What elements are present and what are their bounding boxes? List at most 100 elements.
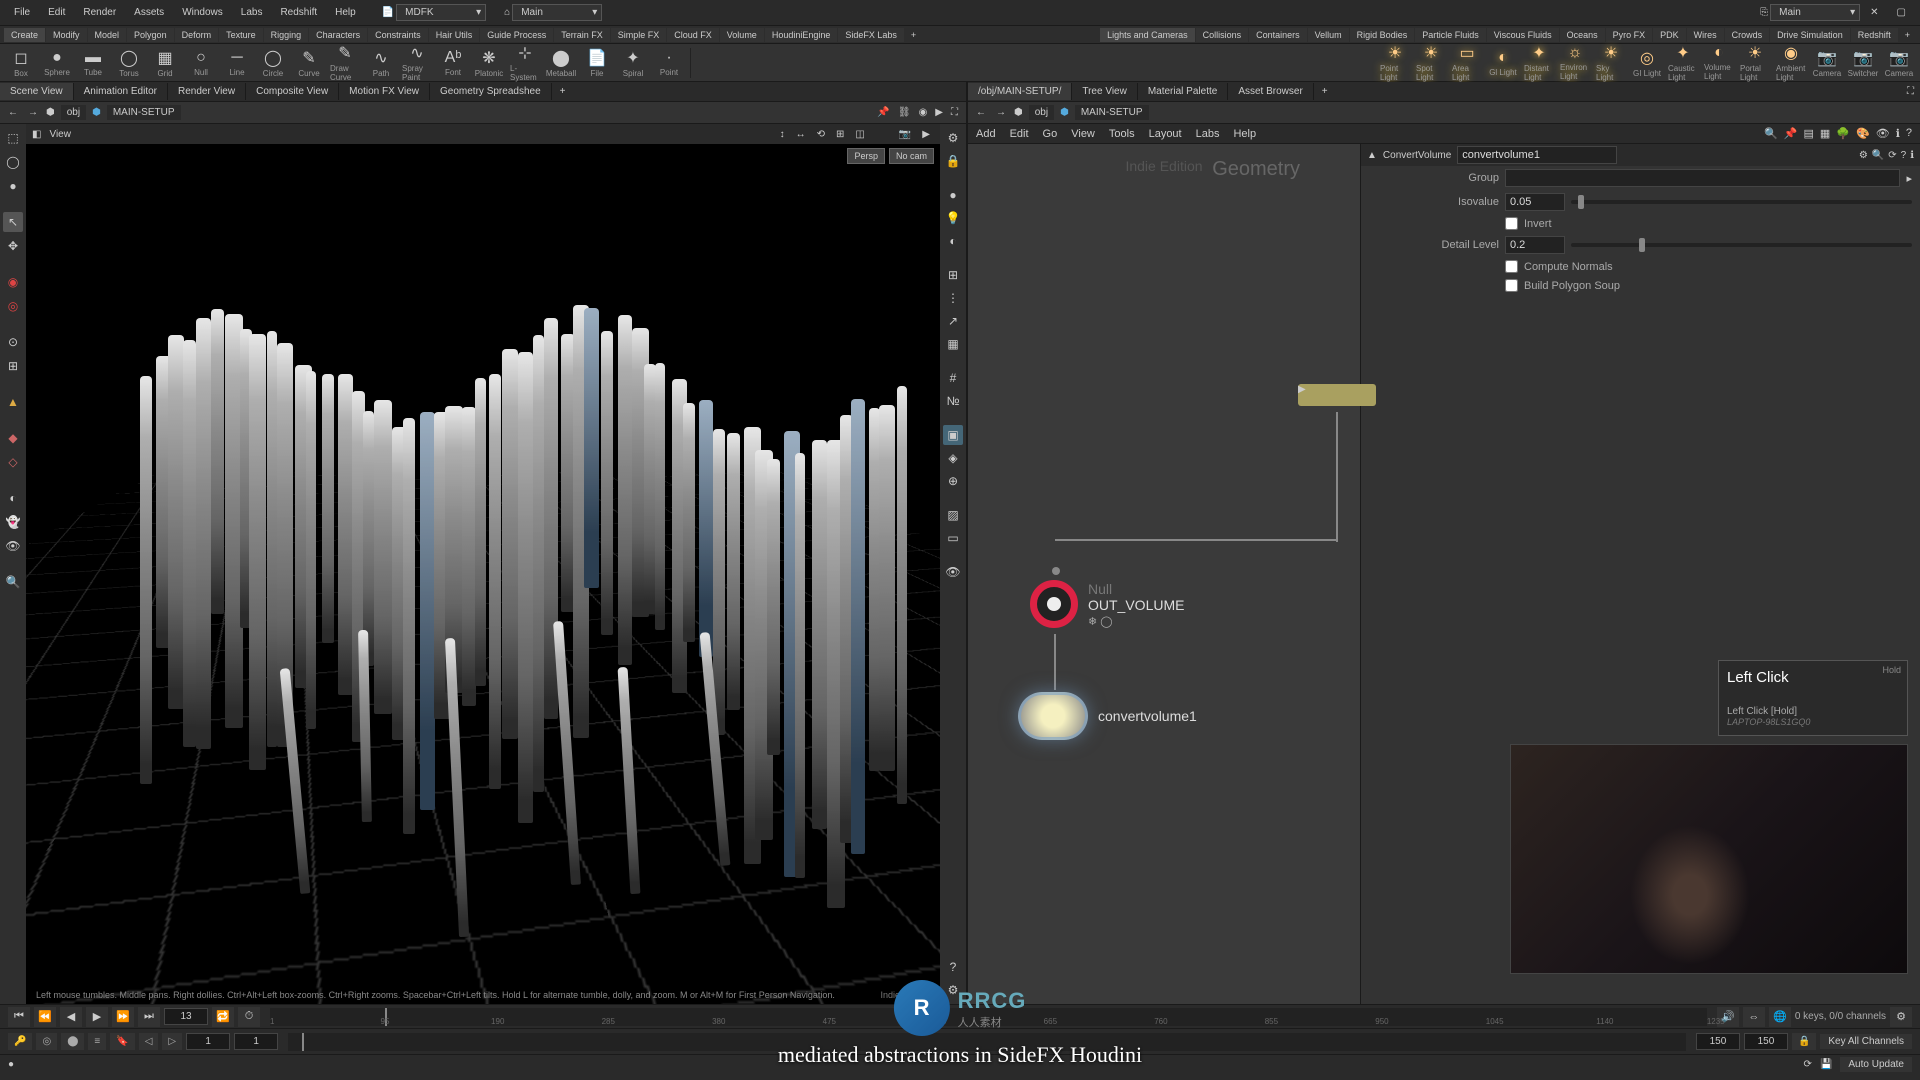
nav-fwd-icon[interactable]: → xyxy=(994,105,1008,120)
shelf-tab[interactable]: SideFX Labs xyxy=(838,28,904,42)
menu-assets[interactable]: Assets xyxy=(126,3,172,22)
scope-icon[interactable]: ◎ xyxy=(36,1033,57,1050)
select-tool-icon[interactable]: ⬚ xyxy=(3,128,23,148)
shelf-tab[interactable]: Viscous Fluids xyxy=(1487,28,1559,42)
nw-find-icon[interactable]: 🔍 xyxy=(1764,127,1778,140)
pane-tab-sceneview[interactable]: Scene View xyxy=(0,83,74,100)
network-panel[interactable]: Indie Edition Geometry ▶ Null OUT_VOLUME xyxy=(968,144,1360,1004)
autokey-icon[interactable]: ⬤ xyxy=(61,1033,84,1050)
view-tool-icon[interactable]: 👁 xyxy=(3,536,23,556)
vis-icon[interactable]: 👁 xyxy=(943,562,963,582)
realtime-icon[interactable]: ⏱ xyxy=(238,1007,260,1027)
pane-tab-add-icon[interactable]: + xyxy=(552,83,574,100)
key-mode-dropdown[interactable]: Key All Channels xyxy=(1820,1034,1912,1049)
cam-mask-icon[interactable]: ▭ xyxy=(943,528,963,548)
shelf-tab[interactable]: Oceans xyxy=(1560,28,1605,42)
vh-btn-icon[interactable]: ⟲ xyxy=(813,127,829,142)
snap-curve-icon[interactable]: ▲ xyxy=(3,392,23,412)
shelf-tool[interactable]: ☼Environ Light xyxy=(1560,46,1590,80)
auto-update-dropdown[interactable]: Auto Update xyxy=(1840,1057,1912,1072)
end-frame-input[interactable] xyxy=(1744,1033,1788,1050)
bg-icon[interactable]: ▨ xyxy=(943,505,963,525)
shelf-tool[interactable]: ◯Torus xyxy=(114,46,144,80)
brush-tool-icon[interactable]: ● xyxy=(3,176,23,196)
channels-icon[interactable]: ≡ xyxy=(88,1033,106,1050)
shelf-tool[interactable]: AᵇFont xyxy=(438,46,468,80)
shelf-tool[interactable]: 📷Camera xyxy=(1884,46,1914,80)
shelf-tab[interactable]: Vellum xyxy=(1308,28,1349,42)
menu-file[interactable]: File xyxy=(6,3,38,22)
timeline-track[interactable]: 1951902853804755706657608559501045114012… xyxy=(270,1008,1707,1026)
param-isovalue-input[interactable] xyxy=(1505,193,1565,211)
goto-end-icon[interactable]: ⏭ xyxy=(138,1007,160,1027)
pane-maximize-icon[interactable]: ⛶ xyxy=(1901,83,1920,100)
display-options-icon[interactable]: ⚙ xyxy=(943,128,963,148)
shelf-tool[interactable]: ●Sphere xyxy=(42,46,72,80)
global-icon[interactable]: 🌐 xyxy=(1769,1007,1791,1027)
shelf-tool[interactable]: ◎GI Light xyxy=(1632,46,1662,80)
vh-btn-icon[interactable]: ⊞ xyxy=(832,127,848,142)
range-track[interactable] xyxy=(288,1033,1686,1051)
vh-btn-icon[interactable]: ↔ xyxy=(792,127,810,142)
shelf-tab[interactable]: Create xyxy=(4,28,45,42)
wire-icon[interactable]: ⊞ xyxy=(943,265,963,285)
shelf-tab[interactable]: Characters xyxy=(309,28,367,42)
pin-icon[interactable]: 📌 xyxy=(875,105,891,120)
ghost-icon[interactable]: 👻 xyxy=(3,512,23,532)
shelf-tool[interactable]: ✎Draw Curve xyxy=(330,46,360,80)
shelf-tab[interactable]: Crowds xyxy=(1725,28,1770,42)
menu-windows[interactable]: Windows xyxy=(174,3,231,22)
shelf-tool[interactable]: ✦Caustic Light xyxy=(1668,46,1698,80)
shelf-tool[interactable]: ◯Circle xyxy=(258,46,288,80)
handle-tool-icon[interactable]: ◉ xyxy=(3,272,23,292)
snap-point-icon[interactable]: ⊙ xyxy=(3,332,23,352)
shelf-tool[interactable]: ☀Portal Light xyxy=(1740,46,1770,80)
shelf-tab[interactable]: Wires xyxy=(1687,28,1724,42)
node-upstream[interactable]: ▶ xyxy=(1298,384,1376,406)
move-tool-icon[interactable]: ✥ xyxy=(3,236,23,256)
handle2-tool-icon[interactable]: ◎ xyxy=(3,296,23,316)
shelf-tool[interactable]: ⬤Metaball xyxy=(546,46,576,80)
param-compute-normals-checkbox[interactable] xyxy=(1505,260,1518,273)
shelf-tab[interactable]: Guide Process xyxy=(480,28,553,42)
nav-fwd-icon[interactable]: → xyxy=(26,105,40,120)
pane-tab-add-icon[interactable]: + xyxy=(1314,83,1336,100)
lighting-icon[interactable]: 💡 xyxy=(943,208,963,228)
param-invert-checkbox[interactable] xyxy=(1505,217,1518,230)
shelf-tab[interactable]: Containers xyxy=(1249,28,1307,42)
persp-dropdown[interactable]: Persp xyxy=(847,148,885,164)
node-flags-icon[interactable]: ❄ ◯ xyxy=(1088,615,1184,628)
shelf-tool[interactable]: ◻Box xyxy=(6,46,36,80)
param-detail-input[interactable] xyxy=(1505,236,1565,254)
material-icon[interactable]: ◐ xyxy=(943,231,963,251)
nw-tree-icon[interactable]: 🌳 xyxy=(1836,127,1850,140)
step-back-icon[interactable]: ⏪ xyxy=(34,1007,56,1027)
point-nums-icon[interactable]: № xyxy=(943,391,963,411)
shelf-tool[interactable]: ▭Area Light xyxy=(1452,46,1482,80)
pane-tab-animeditor[interactable]: Animation Editor xyxy=(74,83,168,100)
shelf-tool[interactable]: ·Point xyxy=(654,46,684,80)
lock-icon[interactable]: 🔒 xyxy=(943,151,963,171)
pane-tab-assetbrowser[interactable]: Asset Browser xyxy=(1228,83,1313,100)
lasso-tool-icon[interactable]: ◯ xyxy=(3,152,23,172)
close-icon[interactable]: ✕ xyxy=(1862,3,1886,22)
param-isovalue-slider[interactable] xyxy=(1571,200,1912,204)
shelf-tool[interactable]: ☀Sky Light xyxy=(1596,46,1626,80)
shelf-tab[interactable]: HoudiniEngine xyxy=(765,28,838,42)
menu-help[interactable]: Help xyxy=(327,3,364,22)
pane-tab-treeview[interactable]: Tree View xyxy=(1072,83,1137,100)
keys-options-icon[interactable]: ⚙ xyxy=(1890,1007,1912,1027)
shading-icon[interactable]: ● xyxy=(943,185,963,205)
nw-grid-icon[interactable]: ▦ xyxy=(1820,127,1830,140)
snap-grid-icon[interactable]: ⊞ xyxy=(3,356,23,376)
desktop-dropdown[interactable]: Main xyxy=(512,4,602,21)
shelf-tab-add-icon[interactable]: + xyxy=(905,28,922,42)
pointer-tool-icon[interactable]: ↖ xyxy=(3,212,23,232)
shelf-tab[interactable]: Lights and Cameras xyxy=(1100,28,1195,42)
shelf-tab[interactable]: Collisions xyxy=(1196,28,1249,42)
path-context[interactable]: obj xyxy=(61,105,86,120)
construct-plane2-icon[interactable]: ◇ xyxy=(3,452,23,472)
pane-tab-network[interactable]: /obj/MAIN-SETUP/ xyxy=(968,83,1072,100)
play-fwd-icon[interactable]: ▶ xyxy=(86,1007,108,1027)
shelf-tool[interactable]: ⊹L-System xyxy=(510,46,540,80)
